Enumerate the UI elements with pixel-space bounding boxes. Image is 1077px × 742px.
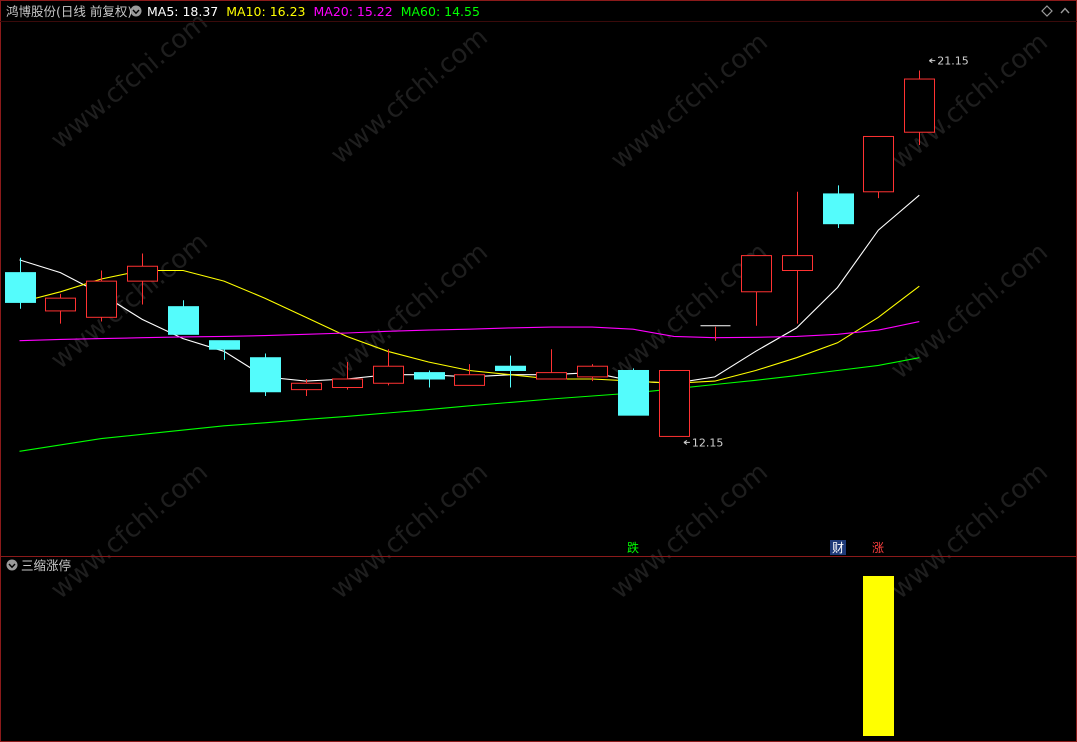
diamond-icon[interactable] bbox=[1041, 5, 1053, 17]
candle-body bbox=[5, 272, 36, 303]
candle-body bbox=[168, 306, 199, 335]
ma-label-1: MA10: 16.23 bbox=[226, 4, 305, 19]
chevron-up-icon[interactable] bbox=[1060, 7, 1070, 14]
watermark-text: www.cfchi.com bbox=[885, 457, 1054, 605]
annotation-label: 12.15 bbox=[692, 436, 724, 449]
chevron-down-circle-icon[interactable] bbox=[130, 5, 142, 17]
ma-label-0: MA5: 18.37 bbox=[147, 4, 218, 19]
price-annotation-high: 21.15 bbox=[929, 55, 969, 68]
ma-label-2: MA20: 15.22 bbox=[313, 4, 392, 19]
candle-body bbox=[618, 369, 649, 416]
watermark-text: www.cfchi.com bbox=[605, 27, 774, 175]
moving-average-lines bbox=[19, 194, 920, 452]
chart-frame: www.cfchi.com www.cfchi.com www.cfchi.com w… bbox=[0, 0, 1077, 742]
arrow-left-icon bbox=[683, 440, 690, 445]
candle-body bbox=[863, 135, 894, 193]
annotation-label: 21.15 bbox=[937, 55, 969, 68]
candle[interactable] bbox=[823, 185, 854, 228]
candle[interactable] bbox=[168, 300, 199, 335]
candle[interactable] bbox=[659, 369, 690, 437]
candle[interactable] bbox=[250, 353, 281, 397]
indicator-bar bbox=[863, 576, 894, 736]
chevron-down-circle-icon[interactable] bbox=[6, 559, 18, 571]
candle[interactable] bbox=[863, 135, 894, 199]
stock-title: 鸿博股份(日线 前复权) bbox=[6, 4, 132, 19]
candle-body bbox=[86, 280, 117, 318]
candle[interactable] bbox=[741, 255, 772, 326]
ma-values-legend: MA5: 18.37 MA10: 16.23 MA20: 15.22 MA60: 14… bbox=[147, 4, 480, 19]
watermark-text: www.cfchi.com bbox=[605, 457, 774, 605]
candle-body bbox=[454, 374, 485, 386]
candle[interactable] bbox=[454, 364, 485, 386]
candle[interactable] bbox=[495, 355, 526, 388]
candle-body bbox=[536, 372, 567, 380]
watermark-text: www.cfchi.com bbox=[45, 457, 214, 605]
watermark-text: www.cfchi.com bbox=[45, 7, 214, 155]
watermark-text: www.cfchi.com bbox=[325, 457, 494, 605]
candle-body bbox=[414, 372, 445, 380]
watermark-text: www.cfchi.com bbox=[325, 237, 494, 385]
candle-body bbox=[741, 255, 772, 293]
candle-body bbox=[577, 365, 608, 378]
candle-body bbox=[904, 78, 935, 133]
main-panel-header: 鸿博股份(日线 前复权) MA5: 18.37 MA10: 16.23 MA20: … bbox=[6, 4, 1070, 19]
candle-body bbox=[250, 357, 281, 393]
candle-body bbox=[45, 297, 76, 312]
candle-body bbox=[291, 382, 322, 391]
marker-label: 财 bbox=[832, 541, 844, 555]
candle[interactable] bbox=[782, 191, 813, 324]
event-marker[interactable]: 跌 bbox=[627, 540, 639, 555]
candle[interactable] bbox=[209, 340, 240, 360]
candle[interactable] bbox=[5, 257, 36, 309]
candle[interactable] bbox=[700, 325, 731, 341]
sub-panel-header: 三缩涨停 bbox=[6, 558, 71, 573]
watermark-text: www.cfchi.com bbox=[885, 237, 1054, 385]
candle[interactable] bbox=[45, 293, 76, 324]
candle[interactable] bbox=[536, 349, 567, 380]
candle-body bbox=[782, 255, 813, 271]
marker-label: 跌 bbox=[627, 540, 639, 555]
candle-body bbox=[209, 340, 240, 350]
indicator-title: 三缩涨停 bbox=[21, 558, 71, 573]
candle[interactable] bbox=[86, 270, 117, 322]
price-annotation-low: 12.15 bbox=[683, 436, 724, 449]
candle[interactable] bbox=[414, 370, 445, 388]
candle[interactable] bbox=[291, 378, 322, 397]
indicator-bars bbox=[863, 576, 894, 736]
event-marker[interactable]: 财 bbox=[830, 540, 846, 555]
arrow-left-icon bbox=[929, 58, 936, 64]
candle-body bbox=[659, 369, 690, 437]
candle[interactable] bbox=[618, 368, 649, 416]
candle-body bbox=[373, 365, 404, 384]
ma-label-3: MA60: 14.55 bbox=[401, 4, 480, 19]
event-marker[interactable]: 涨 bbox=[872, 540, 884, 555]
candle-body bbox=[495, 365, 526, 371]
candle-body bbox=[823, 193, 854, 225]
ma20-line bbox=[19, 321, 920, 342]
watermark-text: www.cfchi.com bbox=[325, 22, 494, 170]
marker-label: 涨 bbox=[872, 540, 884, 555]
candle-body bbox=[332, 378, 363, 389]
candle-body bbox=[127, 265, 158, 282]
